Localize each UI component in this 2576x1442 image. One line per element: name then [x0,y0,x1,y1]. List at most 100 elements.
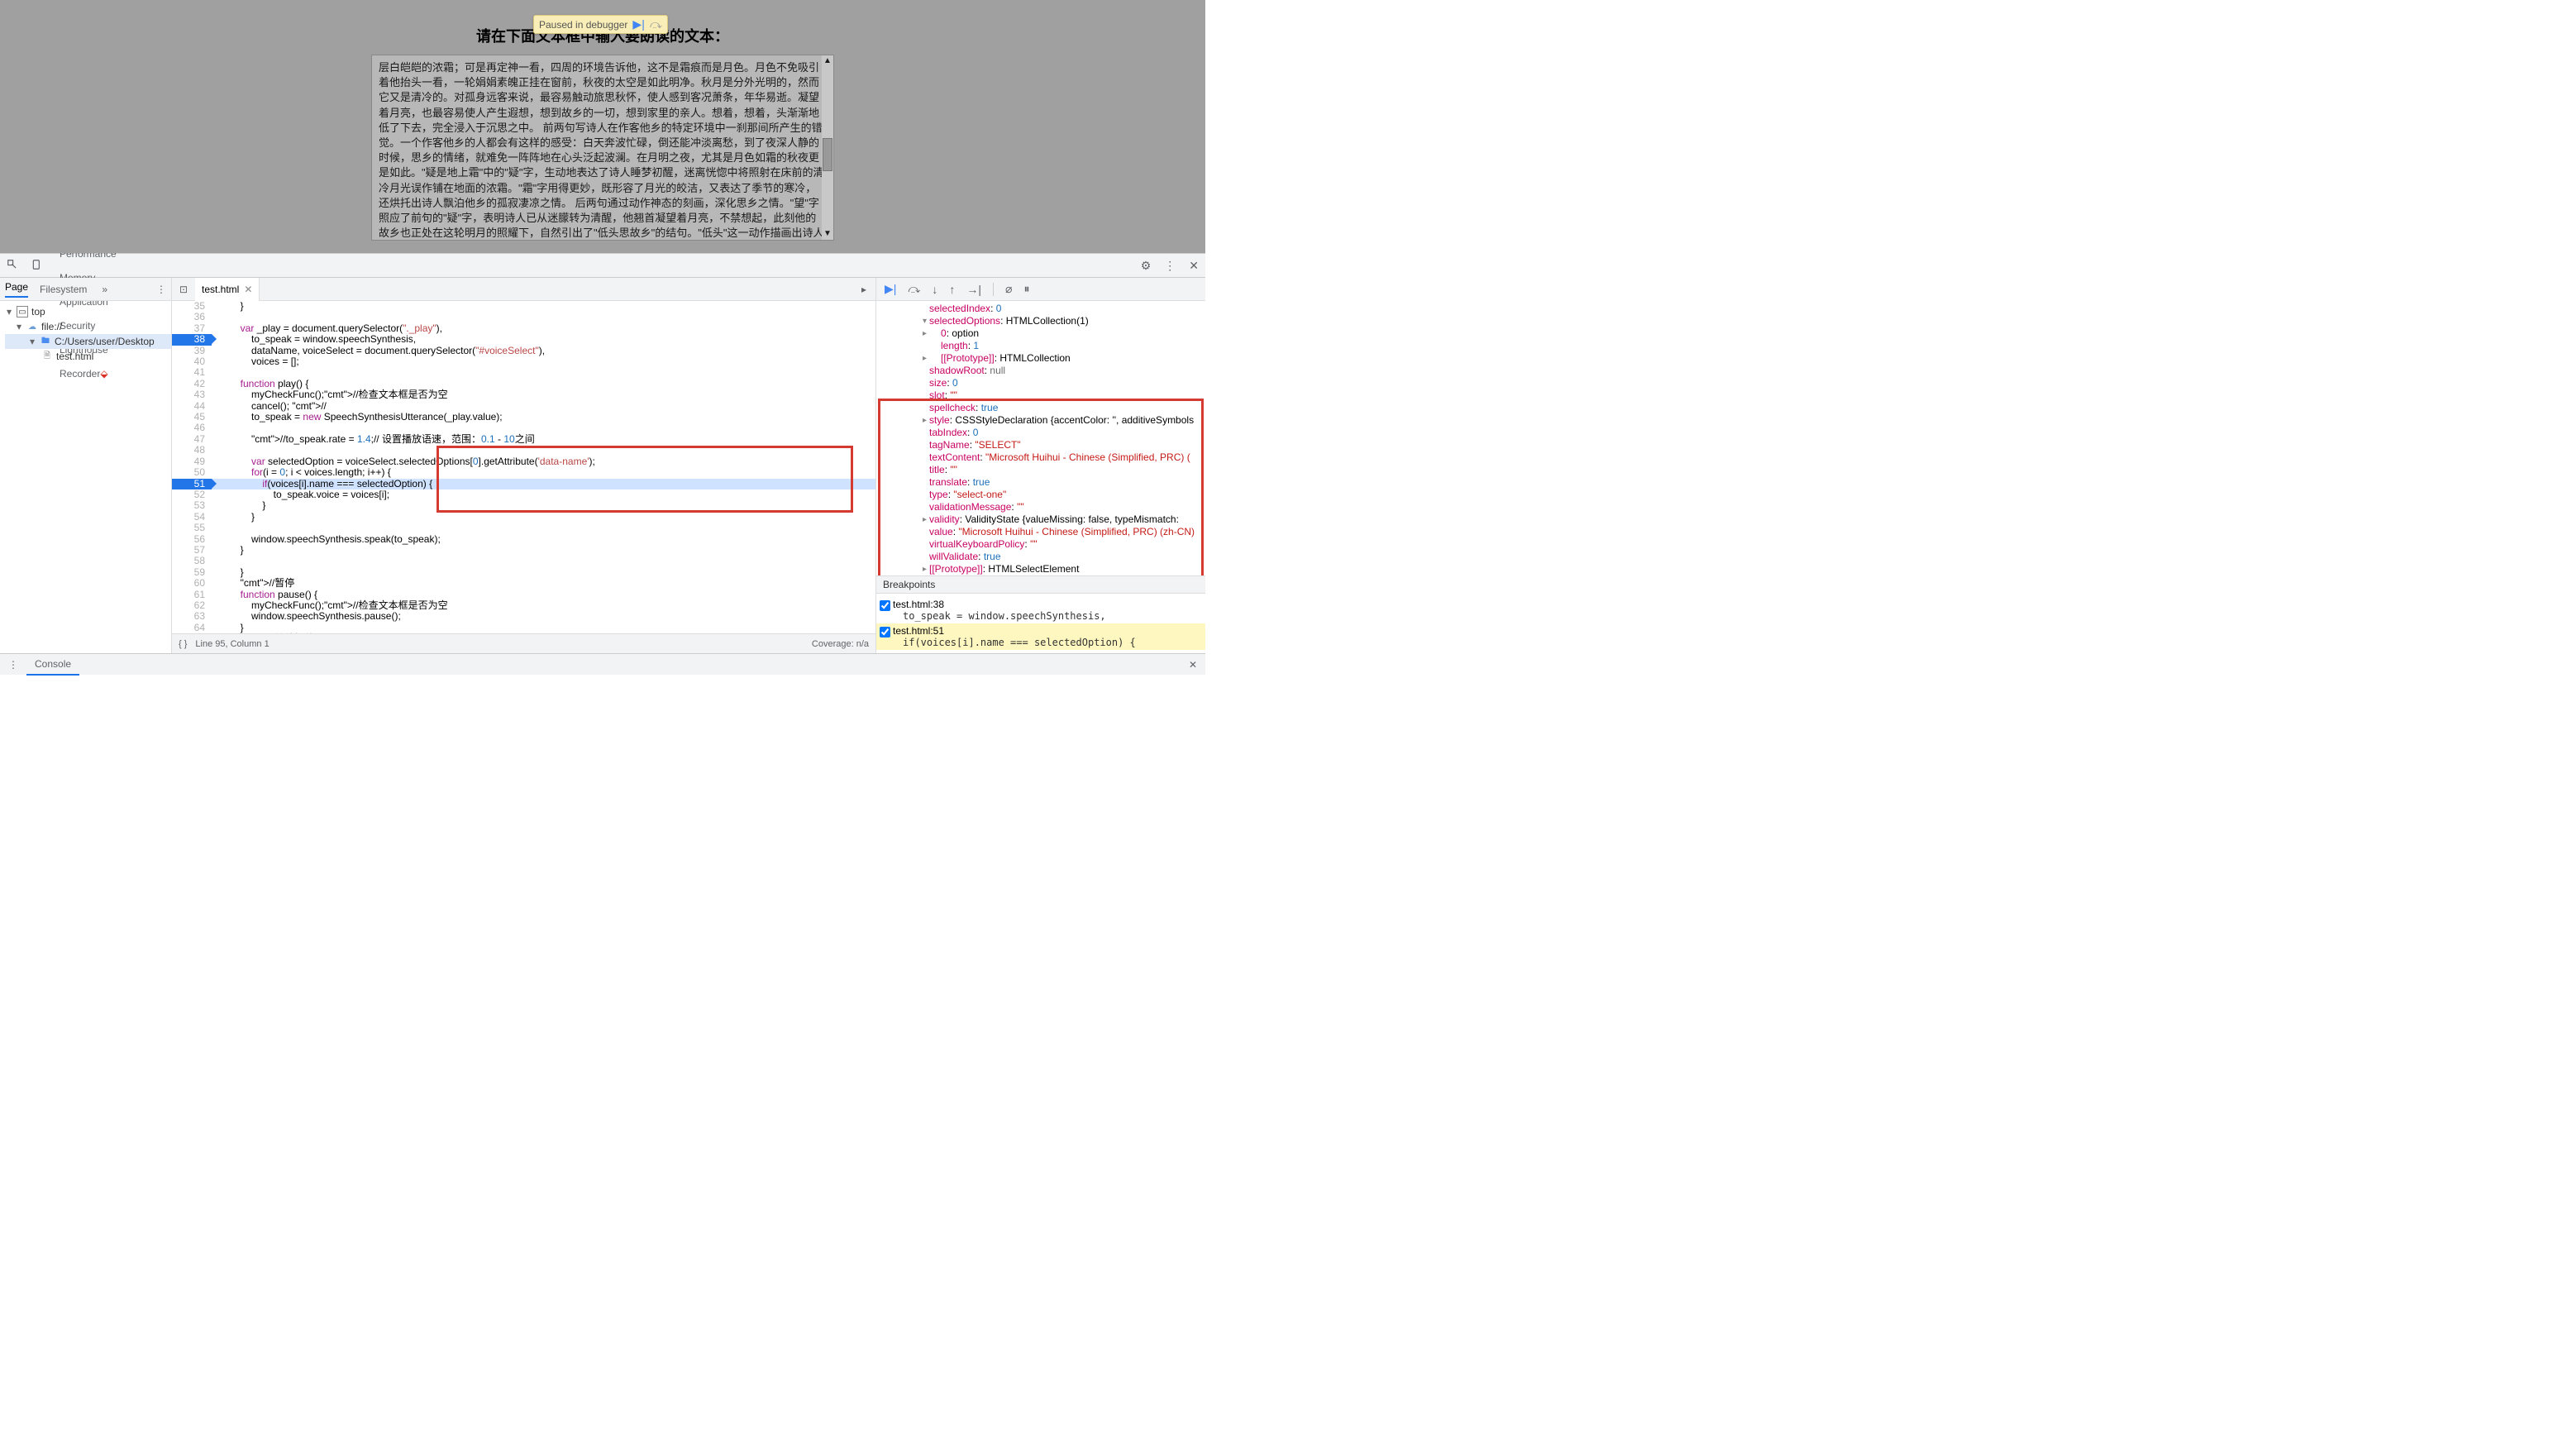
resume-icon[interactable]: ▶| [885,282,896,296]
console-tab[interactable]: Console [26,654,79,676]
page-viewport: 请在下面文本框中输入要朗读的文本： 层白皑皑的浓霜；可是再定神一看，四周的环境告… [0,0,1205,253]
step-over-icon[interactable]: ⤼ [908,282,920,296]
tree-origin-label: file:// [41,321,62,332]
file-tree: ▾▭ top ▾☁ file:// ▾🖿 C:/Users/user/Deskt… [0,301,171,364]
scope-row[interactable]: virtualKeyboardPolicy: "" [876,538,1205,551]
code-line[interactable]: 35 } [172,301,875,312]
close-devtools-icon[interactable]: ✕ [1182,259,1205,273]
code-line[interactable]: 55 [172,523,875,533]
code-line[interactable]: 51 if(voices[i].name === selectedOption)… [172,479,875,489]
textarea-content: 层白皑皑的浓霜；可是再定神一看，四周的环境告诉他，这不是霜痕而是月色。月色不免吸… [379,61,823,241]
scope-row[interactable]: type: "select-one" [876,489,1205,501]
scope-row[interactable]: ▸[[Prototype]]: HTMLCollection [876,352,1205,365]
scope-row[interactable]: ▸[[Prototype]]: HTMLSelectElement [876,563,1205,575]
code-line[interactable]: 41 [172,367,875,378]
page-textarea[interactable]: 层白皑皑的浓霜；可是再定神一看，四周的环境告诉他，这不是霜痕而是月色。月色不免吸… [371,55,834,241]
code-line[interactable]: 50 for(i = 0; i < voices.length; i++) { [172,467,875,478]
scope-row[interactable]: translate: true [876,476,1205,489]
breakpoint-item[interactable]: test.html:38to_speak = window.speechSynt… [876,597,1205,623]
devtools-tabbar: ElementsConsoleSourcesNetworkPerformance… [0,254,1205,278]
tree-folder[interactable]: ▾🖿 C:/Users/user/Desktop [5,334,171,349]
bp-checkbox[interactable] [880,627,890,637]
scope-panel[interactable]: selectedIndex: 0▾selectedOptions: HTMLCo… [876,301,1205,575]
scope-row[interactable]: slot: "" [876,389,1205,402]
nav-tab-more-icon[interactable]: » [102,284,107,295]
scope-row[interactable]: value: "Microsoft Huihui - Chinese (Simp… [876,526,1205,538]
code-line[interactable]: 58 [172,556,875,566]
deactivate-bp-icon[interactable]: ⌀ [1005,282,1012,296]
step-out-icon[interactable]: ↑ [949,283,955,296]
nav-tab-filesystem[interactable]: Filesystem [40,284,87,295]
code-line[interactable]: 47 "cmt">//to_speak.rate = 1.4;// 设置播放语速… [172,434,875,445]
code-line[interactable]: 40 voices = []; [172,356,875,367]
scope-row[interactable]: ▸0: option [876,327,1205,340]
scope-row[interactable]: willValidate: true [876,551,1205,563]
overlay-step-icon[interactable]: ⤼ [650,17,662,31]
code-line[interactable]: 53 } [172,500,875,511]
file-tab-close-icon[interactable]: ✕ [244,284,252,295]
nav-kebab-icon[interactable]: ⋮ [156,284,166,295]
drawer-close-icon[interactable]: ✕ [1181,659,1205,671]
code-line[interactable]: 37 var _play = document.querySelector(".… [172,323,875,334]
coverage-status: Coverage: n/a [812,639,869,649]
sources-navigator: Page Filesystem » ⋮ ▾▭ top ▾☁ file:// ▾🖿… [0,278,172,653]
device-icon[interactable] [25,259,50,273]
code-line[interactable]: 48 [172,445,875,456]
code-line[interactable]: 56 window.speechSynthesis.speak(to_speak… [172,534,875,545]
step-icon[interactable]: →| [966,283,981,296]
code-line[interactable]: 43 myCheckFunc();"cmt">//检查文本框是否为空 [172,389,875,400]
bp-checkbox[interactable] [880,600,890,611]
code-line[interactable]: 44 cancel(); "cmt">// [172,401,875,412]
pretty-print-icon[interactable]: { } [179,639,187,649]
inspect-icon[interactable] [0,259,25,273]
toggle-navigator-icon[interactable]: ⊡ [172,284,195,295]
scope-row[interactable]: ▾selectedOptions: HTMLCollection(1) [876,315,1205,327]
scope-row[interactable]: shadowRoot: null [876,365,1205,377]
code-line[interactable]: 38 to_speak = window.speechSynthesis, [172,334,875,345]
code-line[interactable]: 63 window.speechSynthesis.pause(); [172,611,875,622]
file-tab[interactable]: test.html ✕ [195,278,260,301]
overlay-resume-icon[interactable]: ▶| [632,17,644,31]
code-line[interactable]: 46 [172,423,875,433]
tree-origin[interactable]: ▾☁ file:// [5,319,171,334]
code-line[interactable]: 49 var selectedOption = voiceSelect.sele… [172,456,875,467]
scope-row[interactable]: ▸validity: ValidityState {valueMissing: … [876,513,1205,526]
code-editor: ⊡ test.html ✕ ▸ 35 }3637 var _play = doc… [172,278,876,653]
scope-row[interactable]: tabIndex: 0 [876,427,1205,439]
scope-row[interactable]: ▸style: CSSStyleDeclaration {accentColor… [876,414,1205,427]
file-tab-label: test.html [202,284,239,295]
code-line[interactable]: 57 } [172,545,875,556]
code-line[interactable]: 52 to_speak.voice = voices[i]; [172,489,875,500]
code-lines[interactable]: 35 }3637 var _play = document.querySelec… [172,301,875,633]
code-line[interactable]: 39 dataName, voiceSelect = document.quer… [172,346,875,356]
code-line[interactable]: 60 "cmt">//暂停 [172,578,875,589]
code-line[interactable]: 45 to_speak = new SpeechSynthesisUtteran… [172,412,875,423]
breakpoints-header[interactable]: Breakpoints [876,575,1205,594]
settings-icon[interactable]: ⚙ [1134,259,1158,273]
scope-row[interactable]: tagName: "SELECT" [876,439,1205,451]
code-line[interactable]: 61 function pause() { [172,590,875,600]
code-line[interactable]: 62 myCheckFunc();"cmt">//检查文本框是否为空 [172,600,875,611]
drawer-kebab-icon[interactable]: ⋮ [0,659,26,671]
scope-row[interactable]: length: 1 [876,340,1205,352]
tree-top-label: top [31,306,45,318]
scope-row[interactable]: textContent: "Microsoft Huihui - Chinese… [876,451,1205,464]
code-line[interactable]: 54 } [172,512,875,523]
tree-top[interactable]: ▾▭ top [5,304,171,319]
code-line[interactable]: 36 [172,312,875,322]
scope-row[interactable]: validationMessage: "" [876,501,1205,513]
tree-folder-label: C:/Users/user/Desktop [55,336,155,347]
kebab-icon[interactable]: ⋮ [1157,259,1182,273]
scope-row[interactable]: spellcheck: true [876,402,1205,414]
run-snippet-icon[interactable]: ▸ [852,284,875,295]
pause-exc-icon[interactable]: ⏸ [1023,282,1029,296]
nav-tab-page[interactable]: Page [5,281,28,298]
debugger-pane: ▶| ⤼ ↓ ↑ →| ⌀ ⏸ selectedIndex: 0▾selecte… [876,278,1205,653]
scope-row[interactable]: size: 0 [876,377,1205,389]
textarea-scrollbar[interactable]: ▲▼ [822,55,833,240]
step-into-icon[interactable]: ↓ [932,283,937,296]
breakpoint-item[interactable]: test.html:51if(voices[i].name === select… [876,623,1205,650]
tree-file[interactable]: 🗎 test.html [5,349,171,364]
scope-row[interactable]: title: "" [876,464,1205,476]
scope-row[interactable]: selectedIndex: 0 [876,303,1205,315]
